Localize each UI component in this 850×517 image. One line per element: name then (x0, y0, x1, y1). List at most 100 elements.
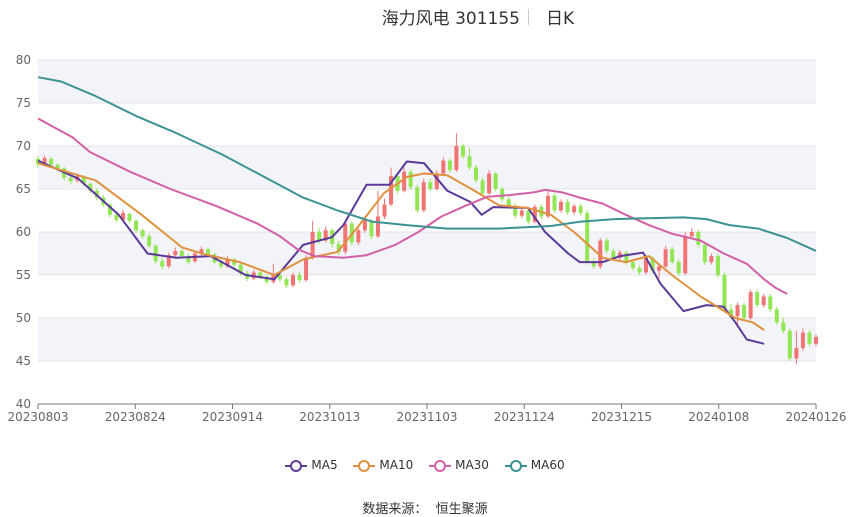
candle-body (735, 305, 740, 317)
plot-band (38, 60, 816, 103)
candle-body (768, 296, 773, 310)
candle-body (447, 160, 452, 171)
candle-body (421, 182, 426, 211)
candle-body (657, 266, 662, 271)
x-tick-label: 20231013 (299, 410, 360, 424)
candle-body (179, 250, 184, 257)
candle-body (787, 330, 792, 359)
candle-body (454, 146, 459, 171)
candle-body (774, 309, 779, 323)
candle-body (552, 195, 557, 211)
candle-body (467, 156, 472, 168)
candle-body (415, 187, 420, 211)
legend-marker-icon (504, 459, 527, 472)
candle-body (611, 250, 616, 258)
candle-body (702, 244, 707, 263)
y-tick-label: 70 (16, 139, 31, 153)
candle-body (748, 292, 753, 318)
candle-body (114, 214, 119, 220)
candle-body (755, 292, 760, 306)
x-tick-label: 20230914 (202, 410, 263, 424)
candle-body (689, 232, 694, 237)
legend-label: MA30 (455, 458, 489, 472)
candle-body (683, 236, 688, 274)
candle-body (369, 220, 374, 237)
candle-body (663, 249, 668, 267)
candle-body (670, 249, 675, 263)
candle-body (637, 268, 642, 273)
candle-body (160, 261, 165, 267)
candle-body (572, 206, 577, 213)
y-tick-label: 45 (16, 354, 31, 368)
x-tick-label: 20231103 (396, 410, 457, 424)
candlestick-chart[interactable]: 404550556065707580 20230803 20230824 20230… (0, 0, 850, 450)
candle-body (428, 182, 433, 189)
legend-label: MA60 (530, 458, 565, 472)
candle-body (814, 336, 818, 344)
candle-body (761, 296, 766, 306)
y-tick-label: 60 (16, 225, 31, 239)
legend-item-ma30[interactable]: MA30 (429, 458, 489, 472)
legend-item-ma10[interactable]: MA10 (353, 458, 413, 472)
x-tick-label: 20240126 (785, 410, 846, 424)
candle-body (578, 206, 583, 214)
plot-bands (38, 60, 816, 361)
legend-item-ma5[interactable]: MA5 (285, 458, 338, 472)
plot-band (38, 318, 816, 361)
candle-body (205, 249, 210, 255)
candle-body (356, 230, 361, 243)
candle-body (140, 230, 145, 237)
candle-body (800, 332, 805, 349)
candle-body (493, 173, 498, 189)
x-tick-label: 20240108 (688, 410, 749, 424)
y-axis: 40 45 50 55 60 65 70 75 80 (16, 53, 31, 411)
candle-body (696, 232, 701, 245)
candle-body (781, 322, 786, 331)
x-tick-label: 20231215 (591, 410, 652, 424)
candle-body (402, 171, 407, 191)
candle-body (49, 158, 54, 165)
candle-body (559, 201, 564, 211)
candle-body (722, 275, 727, 310)
candle-body (676, 262, 681, 274)
y-tick-label: 50 (16, 311, 31, 325)
candle-body (480, 180, 485, 194)
candle-body (408, 171, 413, 188)
y-tick-label: 65 (16, 182, 31, 196)
candle-body (630, 262, 635, 269)
candle-body (362, 220, 367, 231)
candle-body (519, 210, 524, 216)
x-axis: 20230803 20230824 20230914 20231013 20231103… (7, 403, 847, 424)
legend-marker-icon (353, 459, 376, 472)
candle-body (715, 256, 720, 275)
x-tick-label: 20230824 (105, 410, 166, 424)
candle-body (297, 275, 302, 281)
legend-label: MA10 (379, 458, 414, 472)
legend-marker-icon (429, 459, 452, 472)
candle-body (474, 167, 479, 181)
legend: MA5 MA10 MA30 MA60 (0, 458, 850, 472)
candle-body (375, 216, 380, 237)
candle-body (127, 213, 132, 221)
candle-body (153, 245, 158, 262)
source-value: 恒生聚源 (435, 502, 488, 517)
candle-body (807, 332, 812, 344)
candle-body (134, 220, 139, 231)
candle-body (794, 348, 799, 359)
legend-item-ma60[interactable]: MA60 (504, 458, 565, 472)
candle-body (565, 201, 570, 213)
candle-body (382, 204, 387, 217)
candle-body (304, 257, 309, 281)
candle-body (709, 256, 714, 263)
data-source: 数据来源： 恒生聚源 (0, 498, 850, 517)
legend-marker-icon (285, 459, 308, 472)
y-tick-label: 40 (16, 397, 31, 411)
candle-body (742, 305, 747, 318)
y-tick-label: 55 (16, 268, 31, 282)
candle-body (604, 240, 609, 251)
ma-lines (37, 76, 817, 345)
y-tick-label: 75 (16, 96, 31, 110)
candle-body (284, 279, 289, 286)
x-tick-label: 20231124 (494, 410, 555, 424)
legend-label: MA5 (311, 458, 338, 472)
